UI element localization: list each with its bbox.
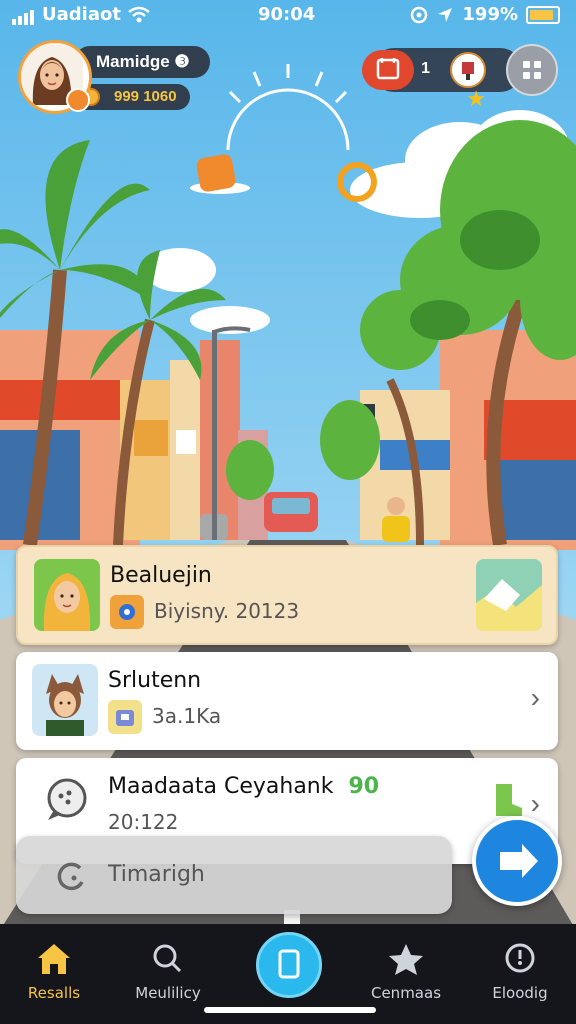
tab-favorites[interactable]: Cenmaas — [356, 940, 456, 1002]
chevron-right-icon[interactable]: › — [531, 788, 540, 820]
trophy-icon[interactable] — [450, 52, 486, 88]
search-placeholder: Timarigh — [108, 862, 205, 887]
list-card-2[interactable]: Srlutenn 3a.1Ka › — [16, 652, 558, 750]
battery-percent: 199% — [462, 4, 518, 25]
menu-button[interactable] — [506, 44, 558, 96]
search-icon — [153, 944, 182, 973]
star-icon — [389, 944, 423, 975]
clock-icon — [505, 943, 535, 973]
status-bar: Uadiaot 90:04 199% — [0, 0, 576, 32]
location-icon — [438, 7, 453, 22]
bag-icon — [108, 700, 142, 734]
card-3-title: Maadaata Ceyahank 90 — [108, 774, 379, 799]
tablet-icon — [278, 949, 300, 979]
status-right-group: 199% — [410, 4, 560, 25]
calendar-icon — [376, 58, 400, 80]
quest-count: 1 — [421, 60, 430, 77]
home-icon — [38, 944, 70, 974]
tab-center-button[interactable] — [256, 932, 322, 998]
card-1-subtitle: Biyisny. 20123 — [154, 599, 300, 623]
signal-icon — [12, 4, 36, 25]
status-time: 90:04 — [258, 4, 316, 25]
tab-search-label: Meulilicy — [135, 984, 201, 1002]
card-1-avatar — [34, 559, 100, 631]
tab-favorites-label: Cenmaas — [370, 984, 442, 1002]
star-badge-icon: ★ — [466, 86, 486, 111]
chevron-right-icon[interactable]: › — [531, 682, 540, 714]
level-badge-icon — [66, 88, 90, 112]
wifi-icon — [128, 6, 150, 22]
carrier-name: Uadiaot — [42, 4, 121, 25]
card-2-title: Srlutenn — [108, 668, 202, 693]
bubble-icon — [42, 774, 92, 824]
boot-icon — [490, 780, 524, 818]
at-icon — [411, 6, 428, 23]
battery-fill — [530, 9, 553, 20]
coin-balance: 999 1060 — [114, 88, 177, 105]
card-3-badge: 90 — [348, 774, 380, 799]
tab-history-label: Eloodig — [492, 984, 548, 1002]
refresh-icon[interactable] — [52, 856, 92, 896]
list-card-1[interactable]: Bealuejin Biyisny. 20123 — [16, 545, 558, 645]
map-icon[interactable] — [476, 559, 542, 631]
battery-icon — [526, 5, 560, 24]
send-arrow-icon — [500, 844, 538, 878]
top-right-controls: 1 ★ — [348, 44, 558, 111]
send-fab-button[interactable] — [472, 816, 562, 906]
card-3-title-text: Maadaata Ceyahank — [108, 774, 334, 799]
search-bar[interactable]: Timarigh — [16, 836, 452, 914]
tab-home-label: Resalls — [27, 984, 81, 1002]
card-3-subtitle: 20:122 — [108, 810, 179, 834]
username-pill[interactable]: Mamidge ❸ — [74, 46, 210, 78]
tab-history[interactable]: Eloodig — [470, 940, 570, 1002]
tab-home[interactable]: Resalls — [4, 940, 104, 1002]
camera-icon — [110, 595, 144, 629]
carrier-group: Uadiaot — [12, 4, 151, 25]
quest-button[interactable] — [362, 50, 414, 90]
home-indicator — [204, 1007, 376, 1013]
card-2-subtitle: 3a.1Ka — [152, 704, 222, 728]
grid-icon — [523, 61, 541, 79]
card-1-title: Bealuejin — [110, 563, 212, 588]
card-2-avatar — [32, 664, 98, 736]
tab-search[interactable]: Meulilicy — [118, 940, 218, 1002]
username: Mamidge ❸ — [96, 52, 190, 71]
